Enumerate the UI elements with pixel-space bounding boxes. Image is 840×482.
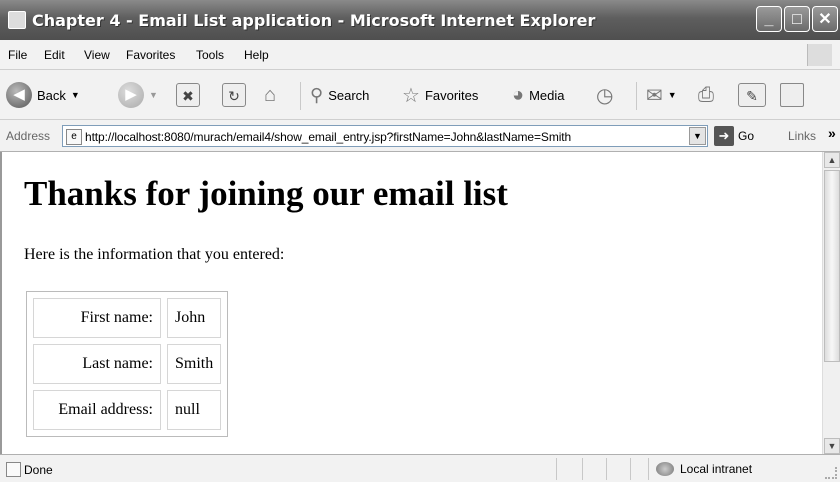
email-address-value: null <box>167 390 222 430</box>
back-button[interactable]: ◀ Back ▼ <box>6 80 80 110</box>
media-icon: ◕ <box>512 83 525 106</box>
edit-button[interactable]: ✎ <box>738 80 766 110</box>
menu-edit[interactable]: Edit <box>44 48 65 62</box>
forward-button[interactable]: ▶ ▼ <box>118 80 158 110</box>
toolbar-separator <box>636 82 637 110</box>
entry-table: First name: John Last name: Smith Email … <box>26 291 229 437</box>
menu-bar: File Edit View Favorites Tools Help <box>0 40 840 70</box>
stop-icon: ✖ <box>176 83 200 107</box>
address-label: Address <box>6 129 51 143</box>
intro-text: Here is the information that you entered… <box>24 246 285 263</box>
close-button[interactable]: ✕ <box>812 6 838 32</box>
menu-tools[interactable]: Tools <box>196 48 224 62</box>
status-text: Done <box>24 463 53 477</box>
scroll-down-icon[interactable]: ▼ <box>824 438 840 454</box>
vertical-scrollbar[interactable]: ▲ ▼ <box>822 152 840 454</box>
first-name-label: First name: <box>33 298 161 338</box>
address-url: http://localhost:8080/murach/email4/show… <box>85 130 572 144</box>
go-label: Go <box>738 129 755 143</box>
forward-arrow-icon: ▶ <box>118 82 144 108</box>
print-button[interactable]: ⎙ <box>698 80 714 110</box>
menu-favorites[interactable]: Favorites <box>126 48 175 62</box>
window-title: Chapter 4 - Email List application - Mic… <box>32 11 596 30</box>
minimize-button[interactable]: _ <box>756 6 782 32</box>
go-arrow-icon: ➜ <box>714 126 734 146</box>
table-row: Email address: null <box>33 390 222 430</box>
go-button[interactable]: ➜ Go <box>714 126 754 146</box>
favorites-button[interactable]: ☆ Favorites <box>402 80 478 110</box>
refresh-icon: ↻ <box>222 83 246 107</box>
search-label: Search <box>328 87 370 103</box>
status-divider <box>556 458 557 480</box>
discuss-button[interactable] <box>780 80 804 110</box>
mail-icon: ✉ <box>646 84 663 107</box>
standard-toolbar: ◀ Back ▼ ▶ ▼ ✖ ↻ ⌂ ⚲ Search ☆ Favorites … <box>0 70 840 120</box>
page-icon: e <box>66 129 82 145</box>
security-zone: Local intranet <box>656 462 752 476</box>
printer-icon: ⎙ <box>698 83 714 106</box>
search-icon: ⚲ <box>310 84 324 105</box>
page-heading: Thanks for joining our email list <box>24 174 508 213</box>
status-divider <box>582 458 583 480</box>
status-divider <box>630 458 631 480</box>
home-button[interactable]: ⌂ <box>264 80 276 110</box>
windows-logo-icon <box>807 44 832 66</box>
mail-button[interactable]: ✉ ▼ <box>646 80 677 110</box>
ie-app-icon[interactable] <box>8 11 26 29</box>
refresh-button[interactable]: ↻ <box>222 80 246 110</box>
menu-view[interactable]: View <box>84 48 110 62</box>
title-bar: Chapter 4 - Email List application - Mic… <box>0 0 840 40</box>
last-name-label: Last name: <box>33 344 161 384</box>
forward-dropdown-icon[interactable]: ▼ <box>149 90 158 100</box>
menu-file[interactable]: File <box>8 48 27 62</box>
discuss-icon <box>780 83 804 107</box>
mail-dropdown-icon[interactable]: ▼ <box>668 90 677 100</box>
back-arrow-icon: ◀ <box>6 82 32 108</box>
last-name-value: Smith <box>167 344 222 384</box>
chevron-right-icon[interactable]: » <box>828 125 836 141</box>
maximize-button[interactable]: □ <box>784 6 810 32</box>
toolbar-separator <box>300 82 301 110</box>
address-dropdown-icon[interactable]: ▼ <box>689 127 706 145</box>
history-icon: ◷ <box>596 84 614 107</box>
star-icon: ☆ <box>402 84 420 107</box>
table-row: Last name: Smith <box>33 344 222 384</box>
resize-grip-icon[interactable] <box>825 467 837 479</box>
home-icon: ⌂ <box>264 83 277 106</box>
back-dropdown-icon[interactable]: ▼ <box>71 90 80 100</box>
favorites-label: Favorites <box>424 87 479 103</box>
media-label: Media <box>529 87 565 103</box>
stop-button[interactable]: ✖ <box>176 80 200 110</box>
first-name-value: John <box>167 298 222 338</box>
intranet-icon <box>656 462 674 476</box>
scroll-up-icon[interactable]: ▲ <box>824 152 840 168</box>
address-input[interactable]: e http://localhost:8080/murach/email4/sh… <box>62 125 708 147</box>
search-button[interactable]: ⚲ Search <box>310 80 369 110</box>
back-label: Back <box>37 87 66 103</box>
email-address-label: Email address: <box>33 390 161 430</box>
scroll-thumb[interactable] <box>824 170 840 362</box>
table-row: First name: John <box>33 298 222 338</box>
page-done-icon <box>6 462 21 477</box>
edit-page-icon: ✎ <box>738 83 766 107</box>
history-button[interactable]: ◷ <box>596 80 613 110</box>
status-bar: Done Local intranet <box>0 454 840 482</box>
zone-label: Local intranet <box>680 462 753 476</box>
address-bar: Address e http://localhost:8080/murach/e… <box>0 120 840 152</box>
menu-help[interactable]: Help <box>244 48 269 62</box>
links-button[interactable]: Links <box>788 129 816 143</box>
status-divider <box>606 458 607 480</box>
page-content: Thanks for joining our email list Here i… <box>0 152 822 454</box>
media-button[interactable]: ◕ Media <box>512 80 565 110</box>
status-divider <box>648 458 649 480</box>
